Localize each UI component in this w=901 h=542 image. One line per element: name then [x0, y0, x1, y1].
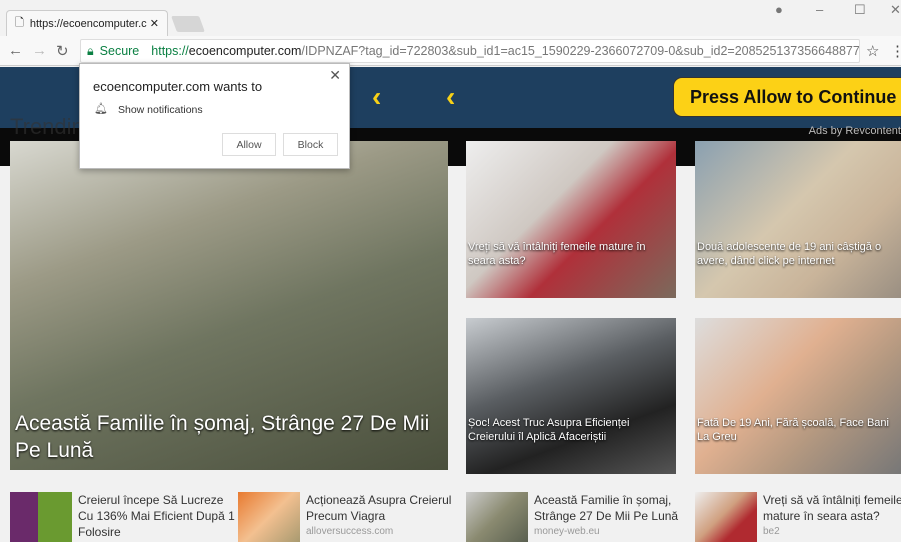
main-article-tile[interactable]: Această Familie în șomaj, Strânge 27 De … — [10, 141, 448, 470]
close-tab-icon[interactable]: ✕ — [150, 17, 159, 30]
reload-icon[interactable]: ↻ — [56, 42, 69, 60]
back-icon[interactable]: ← — [8, 42, 23, 59]
menu-icon[interactable]: ⋮ — [890, 42, 901, 60]
ads-by-label[interactable]: Ads by Revcontent — [809, 125, 901, 137]
bottom-article[interactable]: Acționează Asupra Creierul Precum Viagra… — [238, 492, 466, 542]
address-bar-row: ← → ↻ 🔒︎ Secure https://ecoencomputer.co… — [0, 36, 901, 66]
block-button[interactable]: Block — [283, 133, 338, 156]
bottom-article[interactable]: Această Familie în șomaj, Strânge 27 De … — [466, 492, 694, 542]
star-icon[interactable]: ☆ — [866, 42, 879, 60]
article-tile[interactable]: Două adolescente de 19 ani câștigă o ave… — [695, 141, 901, 298]
tab-bar: 🗋 https://ecoencomputer.c ✕ ● – ☐ ✕ — [0, 0, 901, 36]
notification-permission-dialog: ecoencomputer.com wants to ✕ 🔔︎ Show not… — [79, 63, 350, 169]
browser-tab[interactable]: 🗋 https://ecoencomputer.c ✕ — [6, 10, 168, 36]
chevron-left-icon: ‹ — [372, 81, 382, 112]
close-icon[interactable]: ✕ — [329, 67, 341, 84]
article-tile[interactable]: Vreți să vă întâlniți femeile mature în … — [466, 141, 676, 298]
maximize-button[interactable]: ☐ — [854, 2, 866, 18]
bottom-article[interactable]: Vreți să vă întâlniți femeile mature în … — [695, 492, 901, 542]
minimize-button[interactable]: – — [816, 2, 823, 17]
article-tile[interactable]: Șoc! Acest Truc Asupra Eficienței Creier… — [466, 318, 676, 474]
bottom-article[interactable]: Creierul începe Să Lucreze Cu 136% Mai E… — [10, 492, 238, 542]
page-icon: 🗋 — [15, 17, 24, 29]
chevron-left-icon: ‹ — [446, 81, 456, 112]
close-window-button[interactable]: ✕ — [890, 2, 901, 18]
url-input[interactable]: 🔒︎ Secure https://ecoencomputer.com/IDPN… — [80, 39, 860, 63]
profile-icon[interactable]: ● — [775, 2, 783, 17]
forward-icon[interactable]: → — [32, 42, 47, 59]
lock-icon: 🔒︎ — [87, 43, 94, 58]
new-tab-button[interactable] — [171, 16, 205, 32]
press-allow-button[interactable]: Press Allow to Continue — [673, 77, 901, 117]
article-tile[interactable]: Fată De 19 Ani, Fără școală, Face Bani L… — [695, 318, 901, 474]
allow-button[interactable]: Allow — [222, 133, 276, 156]
bell-icon: 🔔︎ — [94, 103, 108, 115]
